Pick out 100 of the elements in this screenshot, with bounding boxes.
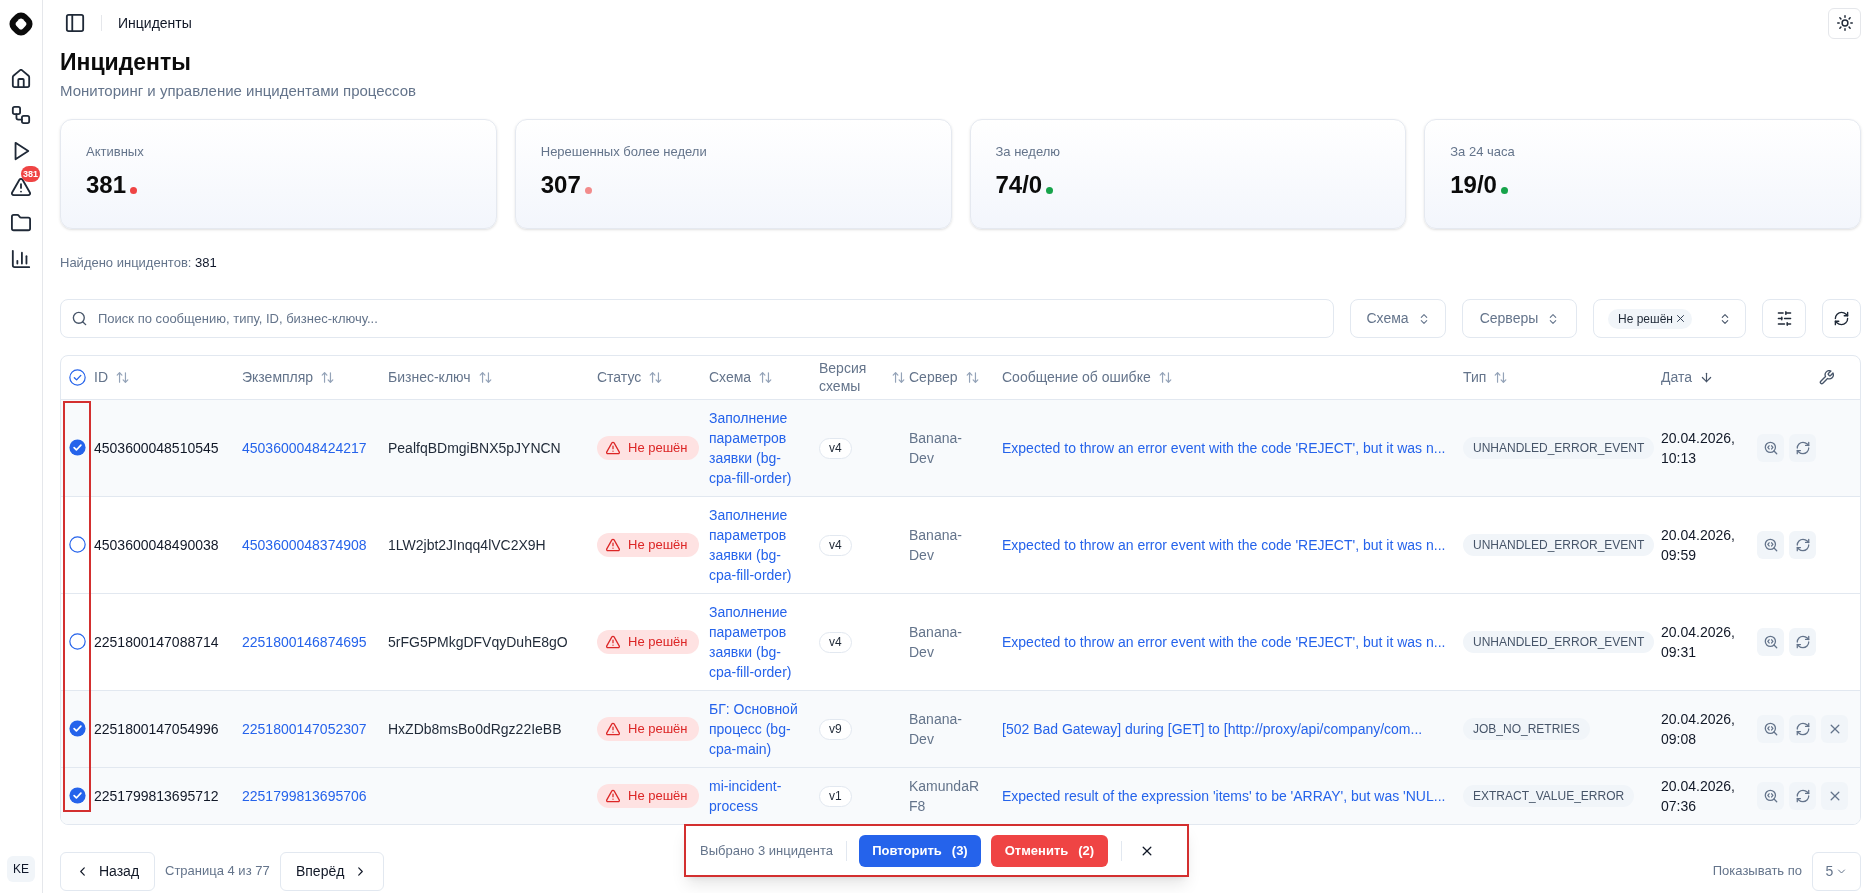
table-row[interactable]	[61, 399, 1860, 496]
inspect-button[interactable]	[1757, 530, 1784, 559]
inspect-button[interactable]	[1757, 781, 1784, 810]
warning-icon[interactable]	[11, 177, 31, 197]
page-size-select[interactable]: 5	[1812, 851, 1861, 891]
business-key: 1LW2jbt2JInqq4lVC2X9H	[388, 536, 546, 553]
retry-button[interactable]	[1789, 781, 1816, 810]
column-header: Сообщение об ошибке	[1002, 368, 1151, 387]
row-checkbox[interactable]	[69, 439, 86, 456]
magnifier-icon	[1763, 537, 1778, 552]
next-page-button[interactable]: Вперёд	[279, 851, 384, 891]
instance-link[interactable]: 2251800147052307	[242, 720, 367, 737]
retry-button[interactable]	[1789, 530, 1816, 559]
sort-icon[interactable]	[759, 370, 773, 384]
sort-icon[interactable]	[892, 370, 905, 384]
table-row[interactable]	[61, 593, 1860, 690]
server-name: Banana-Dev	[909, 428, 963, 468]
sort-down-icon[interactable]	[1700, 370, 1713, 384]
server-name: Banana-Dev	[909, 622, 963, 662]
status-label: Не решён	[628, 438, 688, 457]
table-row[interactable]	[61, 690, 1860, 767]
type-badge: JOB_NO_RETRIES	[1463, 717, 1590, 740]
version-badge: v4	[819, 437, 852, 459]
incident-id: 2251799813695712	[94, 787, 219, 804]
inspect-button[interactable]	[1757, 433, 1784, 462]
select-all-checkbox[interactable]	[69, 368, 86, 386]
schema-link[interactable]: Заполнение параметров заявки (bg-cpa-fill-order)	[709, 504, 803, 585]
bar-chart-icon[interactable]	[11, 249, 31, 269]
results-count: Найдено инцидентов: 381	[60, 254, 218, 272]
type-badge: EXTRACT_VALUE_ERROR	[1463, 784, 1635, 807]
inspect-button[interactable]	[1757, 627, 1784, 656]
row-checkbox[interactable]	[69, 787, 86, 804]
schema-link[interactable]: Заполнение параметров заявки (bg-cpa-fill-order)	[709, 407, 803, 488]
sort-icon[interactable]	[116, 370, 129, 384]
folder-icon[interactable]	[11, 213, 31, 233]
schema-link[interactable]: БГ: Основной процесс (bg-cpa-main)	[709, 698, 803, 759]
filter-dropdown[interactable]: Серверы	[1462, 299, 1577, 338]
table-row[interactable]	[61, 496, 1860, 593]
retry-button[interactable]	[1789, 627, 1816, 656]
error-message-link[interactable]: Expected to throw an error event with the code 'REJECT', but it was n...	[1002, 633, 1446, 650]
filter-dropdown[interactable]: Схема	[1350, 299, 1446, 338]
workflow-icon[interactable]	[11, 105, 31, 125]
version-badge: v1	[819, 785, 852, 807]
error-message-link[interactable]: Expected to throw an error event with the code 'REJECT', but it was n...	[1002, 439, 1446, 456]
status-label: Не решён	[628, 632, 688, 651]
prev-page-button[interactable]: Назад	[60, 851, 155, 891]
row-checkbox[interactable]	[69, 536, 86, 553]
filter-settings-button[interactable]	[1762, 299, 1806, 338]
error-message-link[interactable]: [502 Bad Gateway] during [GET] to [http://proxy/api/company/com...	[1002, 720, 1423, 737]
breadcrumb: Инциденты	[118, 13, 192, 33]
retry-button[interactable]	[1789, 714, 1816, 743]
error-message-link[interactable]: Expected result of the expression 'items' to be 'ARRAY', but was 'NUL...	[1002, 787, 1446, 804]
theme-toggle[interactable]	[1828, 7, 1861, 39]
schema-link[interactable]: mi-incident-process	[709, 775, 803, 816]
close-icon[interactable]	[1674, 313, 1686, 324]
column-header: Версия схемы	[819, 359, 868, 396]
row-checkbox[interactable]	[69, 633, 86, 650]
incident-id: 4503600048510545	[94, 439, 219, 456]
status-label: Не решён	[628, 786, 688, 805]
cancel-button[interactable]	[1821, 714, 1848, 743]
search-field[interactable]: Поиск по сообщению, типу, ID, бизнес-ключу...	[60, 299, 1334, 338]
page-info: Страница 4 из 77	[165, 862, 270, 881]
instance-link[interactable]: 4503600048374908	[242, 536, 367, 553]
incident-date: 20.04.2026, 09:08	[1661, 709, 1736, 749]
notification-badge: 381	[21, 166, 41, 182]
chevrons-icon	[1719, 312, 1731, 325]
refresh-icon	[1795, 440, 1810, 455]
home-icon[interactable]	[11, 69, 31, 89]
business-key: 5rFG5PMkgDFVqyDuhE8gO	[388, 633, 568, 650]
sidebar-toggle[interactable]	[65, 13, 85, 33]
sun-icon	[1836, 15, 1853, 31]
cancel-selected-button[interactable]: Отменить (2)	[990, 834, 1108, 867]
sliders-icon	[1776, 311, 1792, 326]
user-avatar[interactable]: KE	[7, 856, 35, 882]
retry-button[interactable]	[1789, 433, 1816, 462]
inspect-button[interactable]	[1757, 714, 1784, 743]
sort-icon[interactable]	[478, 370, 492, 384]
sort-icon[interactable]	[649, 370, 663, 384]
instance-link[interactable]: 4503600048424217	[242, 439, 367, 456]
cancel-button[interactable]	[1821, 781, 1848, 810]
row-checkbox[interactable]	[69, 720, 86, 737]
table-row[interactable]: 2251799813695712 2251799813695706 Не решён mi-incident-process v1 KamundaRF8 Expected result of the expression 'items' to be 'ARRAY', but was 'NUL... EXTRACT_VALUE_ERROR 20.04.2026, 07:36	[61, 767, 1860, 824]
schema-link[interactable]: Заполнение параметров заявки (bg-cpa-fill-order)	[709, 601, 803, 682]
stat-value: 74/0	[995, 171, 1043, 199]
sort-icon[interactable]	[965, 370, 979, 384]
wrench-icon[interactable]	[1819, 369, 1834, 385]
type-badge: UNHANDLED_ERROR_EVENT	[1463, 436, 1655, 459]
panel-icon	[65, 13, 85, 33]
instance-link[interactable]: 2251800146874695	[242, 633, 367, 650]
sort-icon[interactable]	[321, 370, 335, 384]
page-subtitle: Мониторинг и управление инцидентами процессов	[60, 81, 418, 101]
magnifier-icon	[1763, 634, 1778, 649]
sort-icon[interactable]	[1494, 370, 1508, 384]
error-message-link[interactable]: Expected to throw an error event with the code 'REJECT', but it was n...	[1002, 536, 1446, 553]
status-filter[interactable]: Не решён	[1593, 299, 1746, 338]
retry-selected-button[interactable]: Повторить (3)	[858, 834, 981, 867]
logo-icon[interactable]	[9, 12, 33, 36]
sort-icon[interactable]	[1158, 370, 1172, 384]
instance-link[interactable]: 2251799813695706	[242, 787, 367, 804]
refresh-button[interactable]	[1822, 299, 1861, 338]
